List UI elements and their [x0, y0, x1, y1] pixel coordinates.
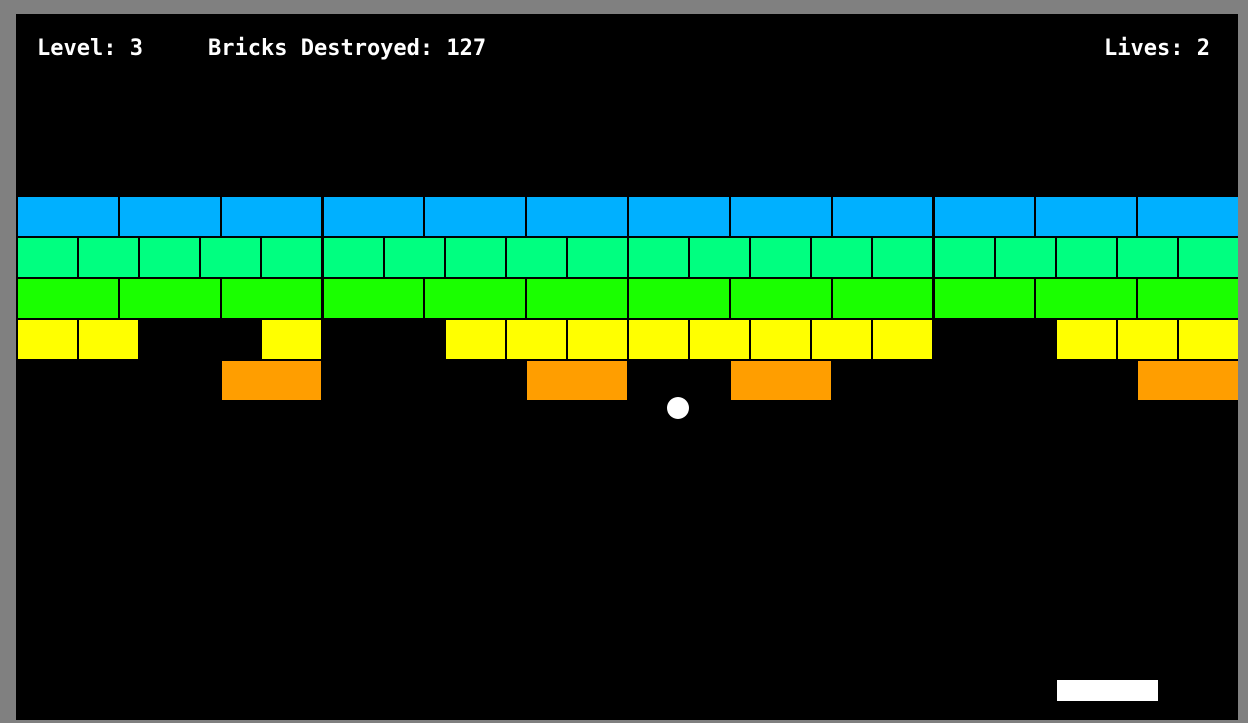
- brick-blue: [932, 195, 1037, 238]
- brick-teal: [504, 236, 568, 279]
- brick-orange: [525, 359, 629, 402]
- brick-green: [1136, 277, 1238, 320]
- brick-teal: [871, 236, 935, 279]
- brick-teal: [77, 236, 141, 279]
- brick-teal: [321, 236, 385, 279]
- brick-teal: [627, 236, 691, 279]
- brick-green: [932, 277, 1037, 320]
- brick-teal: [993, 236, 1057, 279]
- brick-blue: [1034, 195, 1139, 238]
- brick-yellow: [810, 318, 874, 361]
- brick-blue: [219, 195, 324, 238]
- paddle[interactable]: [1057, 680, 1158, 701]
- brick-teal: [749, 236, 813, 279]
- brick-teal: [1176, 236, 1238, 279]
- brick-green: [1034, 277, 1139, 320]
- brick-yellow: [443, 318, 507, 361]
- brick-teal: [1054, 236, 1118, 279]
- brick-blue: [16, 195, 120, 238]
- brick-teal: [138, 236, 202, 279]
- brick-blue: [1136, 195, 1238, 238]
- brick-yellow: [688, 318, 752, 361]
- brick-blue: [525, 195, 629, 238]
- brick-green: [16, 277, 120, 320]
- brick-yellow: [1054, 318, 1118, 361]
- brick-teal: [565, 236, 629, 279]
- brick-yellow: [627, 318, 691, 361]
- brick-orange: [1136, 359, 1238, 402]
- brick-teal: [260, 236, 324, 279]
- brick-teal: [382, 236, 446, 279]
- brick-teal: [932, 236, 996, 279]
- brick-blue: [321, 195, 426, 238]
- brick-teal: [199, 236, 263, 279]
- brick-teal: [688, 236, 752, 279]
- brick-green: [321, 277, 426, 320]
- playfield[interactable]: Level: 3 Bricks Destroyed: 127 Lives: 2: [16, 14, 1238, 720]
- brick-yellow: [1176, 318, 1238, 361]
- brick-yellow: [749, 318, 813, 361]
- brick-teal: [443, 236, 507, 279]
- brick-yellow: [77, 318, 141, 361]
- game-window: Level: 3 Bricks Destroyed: 127 Lives: 2: [0, 0, 1248, 723]
- brick-green: [219, 277, 324, 320]
- brick-blue: [830, 195, 935, 238]
- brick-blue: [117, 195, 222, 238]
- brick-blue: [728, 195, 833, 238]
- brick-yellow: [1115, 318, 1179, 361]
- brick-blue: [627, 195, 731, 238]
- bricks-destroyed-label: Bricks Destroyed: 127: [208, 36, 487, 61]
- brick-green: [423, 277, 528, 320]
- brick-green: [525, 277, 629, 320]
- brick-yellow: [260, 318, 324, 361]
- level-label: Level: 3: [37, 36, 143, 61]
- brick-yellow: [504, 318, 568, 361]
- brick-teal: [1115, 236, 1179, 279]
- brick-orange: [219, 359, 324, 402]
- brick-yellow: [871, 318, 935, 361]
- ball: [667, 397, 689, 419]
- brick-green: [728, 277, 833, 320]
- lives-label: Lives: 2: [1104, 36, 1210, 61]
- brick-teal: [16, 236, 80, 279]
- brick-blue: [423, 195, 528, 238]
- brick-orange: [728, 359, 833, 402]
- brick-teal: [810, 236, 874, 279]
- brick-green: [117, 277, 222, 320]
- brick-yellow: [16, 318, 80, 361]
- brick-green: [627, 277, 731, 320]
- brick-green: [830, 277, 935, 320]
- brick-yellow: [565, 318, 629, 361]
